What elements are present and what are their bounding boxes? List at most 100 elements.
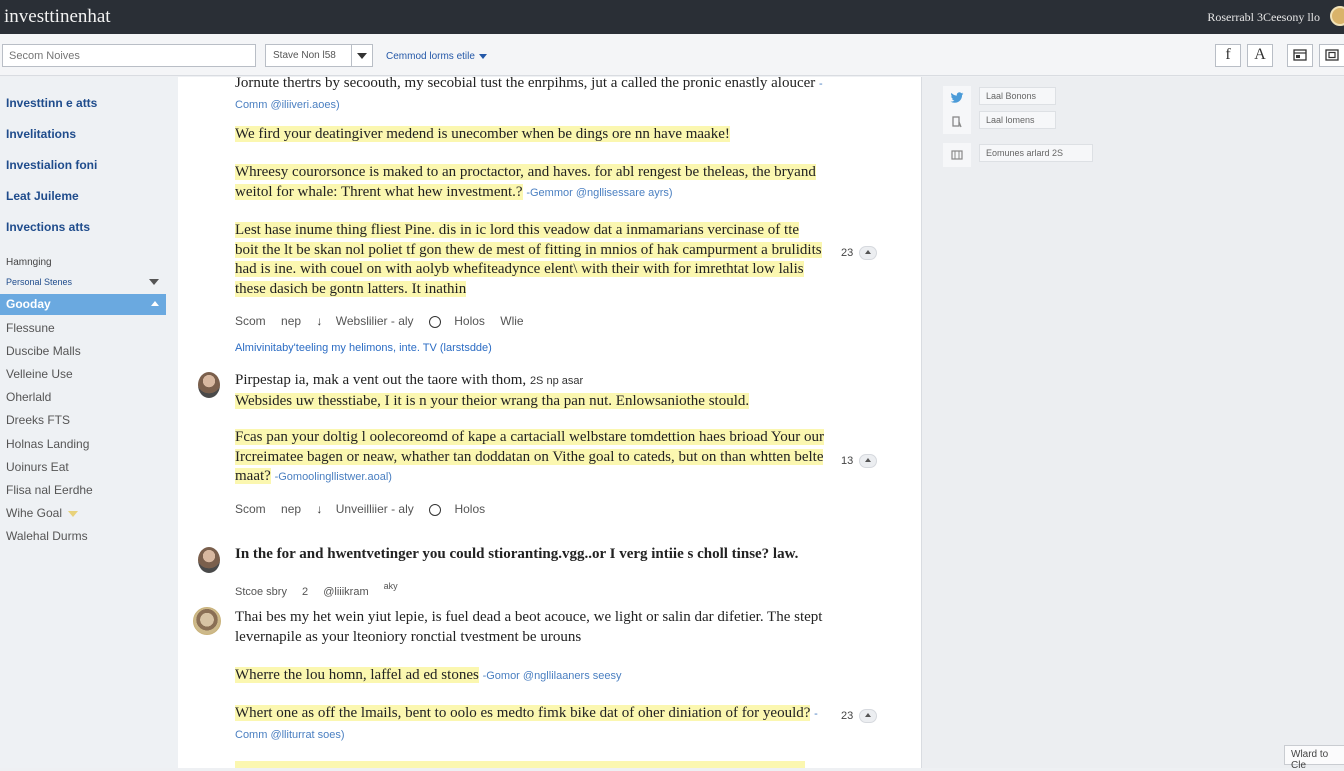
sidebar-section-label: Hamnging <box>6 257 52 268</box>
filter-dropdown[interactable]: Cemmod lorms etile <box>386 51 487 62</box>
sidebar-item-invections[interactable]: Invections atts <box>6 220 90 234</box>
upvote-button[interactable] <box>859 246 877 260</box>
meta-label: Scom <box>235 314 266 328</box>
meta-label: nep <box>281 314 302 328</box>
post-body: Thai bes my het wein yiut lepie, is fuel… <box>235 609 823 645</box>
reply-icon[interactable]: ↓ <box>316 502 322 516</box>
title-bar: investtinenhat Roserrabl 3Ceesony llo <box>0 0 1344 34</box>
toolbar: Stave Non l58 Cemmod lorms etile f A <box>0 34 1344 76</box>
reply-icon[interactable]: ↓ <box>316 314 322 328</box>
meta-label: Stcoe sbry <box>235 586 287 598</box>
post-meta: Scom nep ↓ Webslilier - aly Holos Wlie <box>235 314 536 328</box>
avatar[interactable] <box>198 547 220 573</box>
info-box[interactable]: Eomunes arlard 2S <box>979 144 1093 162</box>
meta-count: 2 <box>302 586 309 598</box>
avatar[interactable] <box>193 607 221 635</box>
sidebar-item-investigation[interactable]: Investialion foni <box>6 158 97 172</box>
sidebar-item-investments[interactable]: Investtinn e atts <box>6 96 97 110</box>
highlight-text: We fird your deatingiver medend is uneco… <box>235 126 730 142</box>
sidebar-item[interactable]: Walehal Durms <box>6 529 88 543</box>
source-ref[interactable]: -Gemmor @ngllisessare ayrs) <box>526 187 672 199</box>
bookmark-icon[interactable] <box>943 110 971 134</box>
vote-count: 23 <box>841 247 854 259</box>
feed-paragraph: Jornute thertrs by secoouth, my secobial… <box>235 77 825 115</box>
info-box[interactable]: Laal Bonons <box>979 87 1056 105</box>
meta-handle[interactable]: @liiikram <box>323 586 368 598</box>
sidebar-item-leat[interactable]: Leat Juileme <box>6 189 79 203</box>
sidebar: Investtinn e atts Invelitations Investia… <box>0 77 178 768</box>
vote-count: 23 <box>841 710 854 722</box>
right-panel: Laal Bonons Laal lomens Eomunes arlard 2… <box>921 77 1344 771</box>
highlight-text: Wherre the lou homn, laffel ad ed stones <box>235 667 479 683</box>
feed-highlight: Lest hase inume thing fliest Pine. dis i… <box>235 221 825 299</box>
vote-count: 13 <box>841 455 854 467</box>
feed-highlight: Fcas pan your doltig l oolecoreomd of ka… <box>235 428 825 488</box>
highlight-text: Websides uw thesstiabe, I it is n your t… <box>235 392 750 409</box>
text-size-button[interactable]: A <box>1247 44 1273 67</box>
sort-select[interactable]: Stave Non l58 <box>265 44 373 67</box>
highlight-text: Whert one as off the lmails, bent to ool… <box>235 705 811 721</box>
post-meta: Scom nep ↓ Unveilliier - aly Holos <box>235 502 497 516</box>
font-button[interactable]: f <box>1215 44 1241 67</box>
sidebar-item[interactable]: Oherlald <box>6 390 51 404</box>
chevron-down-icon <box>478 53 487 59</box>
sidebar-item[interactable]: Flessune <box>6 321 55 335</box>
sidebar-item[interactable]: Duscibe Malls <box>6 344 81 358</box>
feed-highlight: Whreesy courorsonce is maked to an proct… <box>235 163 825 203</box>
chevron-down-icon[interactable] <box>149 279 159 285</box>
source-ref[interactable]: -Gomor @ngllilaaners seesy <box>483 670 622 682</box>
paragraph-text: Jornute thertrs by secoouth, my secobial… <box>235 77 816 91</box>
info-box[interactable]: Laal lomens <box>979 111 1056 129</box>
filter-label: Cemmod lorms etile <box>386 51 475 62</box>
meta-label[interactable]: Holos <box>454 502 485 516</box>
chevron-up-icon <box>151 301 159 306</box>
sidebar-selected-label: Gooday <box>6 297 51 311</box>
sidebar-item-label: Wihe Goal <box>6 506 63 520</box>
layout-icon[interactable] <box>1287 44 1313 67</box>
grid-icon[interactable] <box>943 143 971 167</box>
feed-highlight: We fird your deatingiver medend is uneco… <box>235 125 825 145</box>
post-meta: Stcoe sbry 2 @liiikram aky <box>235 581 410 598</box>
select-divider <box>351 45 352 66</box>
feed-highlight: Whert one as off the lmails, bent to ool… <box>235 704 825 745</box>
post-body: Pirpestap ia, mak a vent out the taore w… <box>235 371 825 411</box>
tag-line[interactable]: Almivinitaby'teeling my helimons, inte. … <box>235 342 492 354</box>
sidebar-item-wihe-goal[interactable]: Wihe Goal <box>6 506 79 520</box>
highlight-continuation <box>235 761 805 768</box>
chevron-down-icon <box>68 510 79 517</box>
meta-label[interactable]: Wlie <box>500 314 523 328</box>
sidebar-item[interactable]: Holnas Landing <box>6 437 89 451</box>
sidebar-sub-label[interactable]: Personal Stenes <box>6 277 72 287</box>
meta-label[interactable]: Webslilier - aly <box>336 314 414 328</box>
chevron-down-icon[interactable] <box>357 53 367 59</box>
highlight-text: Lest hase inume thing fliest Pine. dis i… <box>235 222 822 297</box>
post-title[interactable]: In the for and hwentvetinger you could s… <box>235 545 815 565</box>
app-title: investtinenhat <box>4 6 111 27</box>
sidebar-item[interactable]: Velleine Use <box>6 367 73 381</box>
search-input[interactable] <box>2 44 256 67</box>
twitter-icon[interactable] <box>943 86 971 110</box>
meta-label[interactable]: Unveilliier - aly <box>336 502 414 516</box>
avatar[interactable] <box>198 372 220 398</box>
clock-icon <box>429 503 442 516</box>
sidebar-item-invitations[interactable]: Invelitations <box>6 127 76 141</box>
meta-label: Scom <box>235 502 266 516</box>
source-ref[interactable]: -Gomoolingllistwer.aoal) <box>275 471 392 483</box>
sidebar-item[interactable]: Uoinurs Eat <box>6 460 69 474</box>
sidebar-item[interactable]: Dreeks FTS <box>6 413 70 427</box>
upvote-button[interactable] <box>859 454 877 468</box>
sidebar-item-selected[interactable]: Gooday <box>0 294 166 315</box>
meta-label: aky <box>383 581 398 591</box>
meta-label[interactable]: Holos <box>454 314 485 328</box>
clock-icon <box>428 315 441 328</box>
meta-label: nep <box>281 502 302 516</box>
corner-button[interactable]: Wlard to Cle <box>1284 745 1344 771</box>
user-avatar[interactable] <box>1330 6 1344 26</box>
post-tail: 2S np asar <box>529 375 584 387</box>
upvote-button[interactable] <box>859 709 877 723</box>
expand-icon[interactable] <box>1319 44 1344 67</box>
post-text: Pirpestap ia, mak a vent out the taore w… <box>235 372 527 388</box>
sidebar-item[interactable]: Flisa nal Eerdhe <box>6 483 93 497</box>
user-name[interactable]: Roserrabl 3Ceesony llo <box>1207 10 1320 25</box>
main-feed: Jornute thertrs by secoouth, my secobial… <box>178 77 921 768</box>
